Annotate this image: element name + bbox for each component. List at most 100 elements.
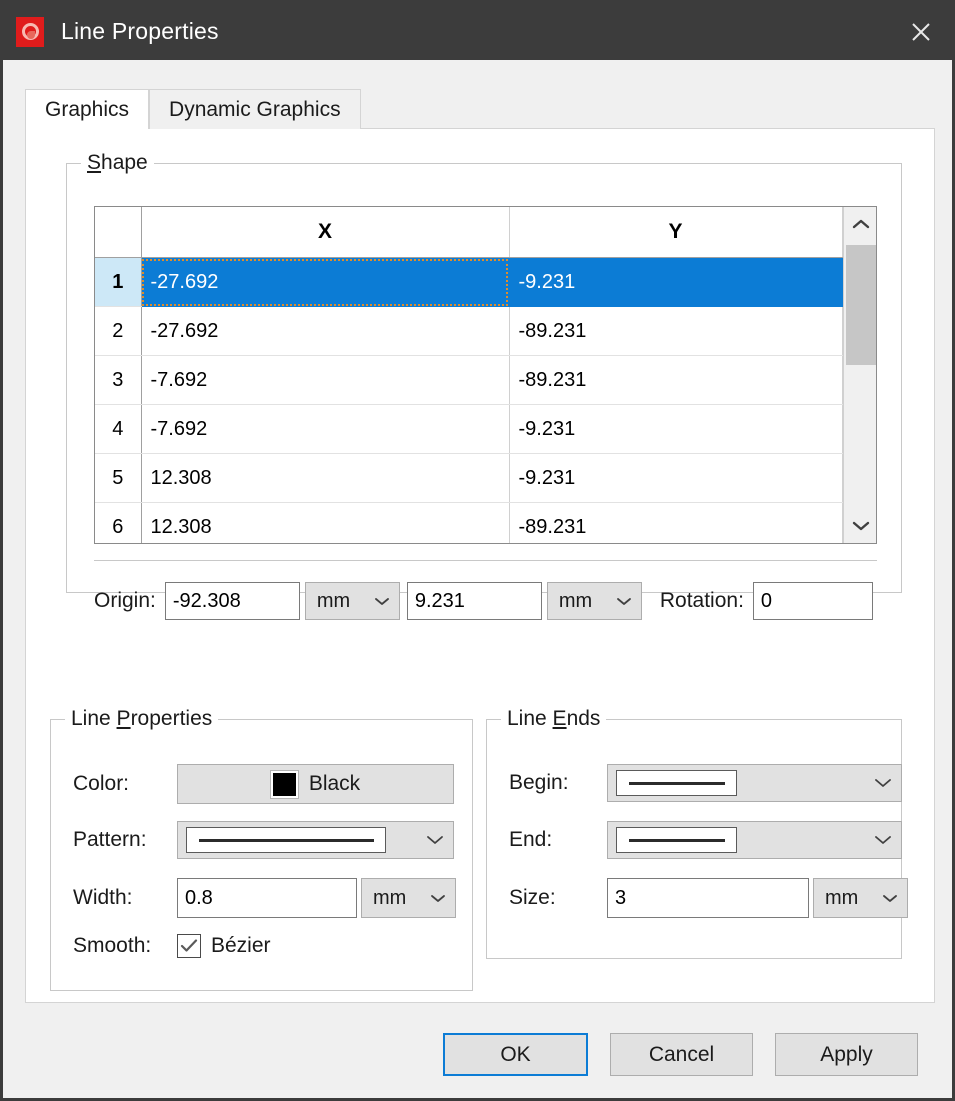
scrollbar-thumb[interactable] <box>845 245 876 365</box>
column-header-x: X <box>141 207 510 258</box>
tab-dynamic-graphics-label: Dynamic Graphics <box>169 97 341 121</box>
begin-label: Begin: <box>509 771 569 794</box>
color-label: Color: <box>73 772 130 795</box>
origin-label: Origin: <box>94 589 156 612</box>
chevron-down-icon <box>874 834 892 846</box>
line-ends-group: Line Ends Begin: End: Size: 3 mm <box>486 707 908 959</box>
line-properties-dialog: Line Properties Graphics Dynamic Graphic… <box>0 0 955 1101</box>
origin-x-input[interactable]: -92.308 <box>164 582 300 620</box>
end-row: End: <box>509 821 902 859</box>
tab-graphics[interactable]: Graphics <box>25 89 150 130</box>
cell-x[interactable]: -7.692 <box>141 404 510 454</box>
origin-x-unit-select[interactable]: mm <box>304 582 400 620</box>
shape-group: Shape X Y 1 -27.692 -9.231 2 -27.692 -89… <box>66 151 902 620</box>
chevron-down-icon <box>426 834 444 846</box>
dialog-button-bar: OK Cancel Apply <box>3 1033 952 1076</box>
origin-y-unit-select[interactable]: mm <box>546 582 642 620</box>
table-header-row: X Y <box>95 207 843 258</box>
width-input[interactable]: 0.8 <box>177 878 357 918</box>
origin-y-unit-value: mm <box>558 589 593 612</box>
table-vertical-scrollbar[interactable] <box>842 207 877 543</box>
cell-y[interactable]: -89.231 <box>509 355 843 405</box>
apply-button[interactable]: Apply <box>775 1033 918 1076</box>
close-icon[interactable] <box>890 3 952 60</box>
chevron-down-icon <box>874 777 892 789</box>
solid-line-icon <box>186 827 386 853</box>
smooth-row: Smooth: Bézier <box>73 934 271 958</box>
begin-row: Begin: <box>509 764 902 802</box>
size-input[interactable]: 3 <box>607 878 809 918</box>
plain-line-icon <box>616 770 737 796</box>
origin-x-unit-value: mm <box>316 589 351 612</box>
rotation-input[interactable]: 0 <box>752 582 873 620</box>
cell-y[interactable]: -9.231 <box>509 453 843 503</box>
cell-y[interactable]: -89.231 <box>509 306 843 356</box>
color-row: Color: Black <box>73 764 454 804</box>
color-value: Black <box>308 772 361 795</box>
bezier-label: Bézier <box>211 934 271 957</box>
table-row[interactable]: 4 -7.692 -9.231 <box>95 404 843 454</box>
bezier-checkbox[interactable] <box>177 934 201 958</box>
row-header[interactable]: 6 <box>95 502 142 543</box>
row-header[interactable]: 1 <box>95 257 142 307</box>
table-row[interactable]: 3 -7.692 -89.231 <box>95 355 843 405</box>
row-header[interactable]: 5 <box>95 453 142 503</box>
pattern-label: Pattern: <box>73 828 147 851</box>
end-select[interactable] <box>607 821 902 859</box>
table-row[interactable]: 2 -27.692 -89.231 <box>95 306 843 356</box>
title-bar: Line Properties <box>3 3 952 60</box>
line-properties-group: Line Properties Color: Black Pattern: Wi… <box>50 707 473 991</box>
shape-group-label: Shape <box>81 151 154 175</box>
table-row[interactable]: 5 12.308 -9.231 <box>95 453 843 503</box>
size-row: Size: 3 mm <box>509 878 908 918</box>
chevron-down-icon <box>430 893 446 904</box>
window-title: Line Properties <box>61 18 219 44</box>
cell-y[interactable]: -89.231 <box>509 502 843 543</box>
color-button[interactable]: Black <box>177 764 454 804</box>
pattern-row: Pattern: <box>73 821 454 859</box>
row-header[interactable]: 2 <box>95 306 142 356</box>
cancel-button[interactable]: Cancel <box>610 1033 753 1076</box>
ok-button[interactable]: OK <box>443 1033 588 1076</box>
check-icon <box>180 939 198 952</box>
size-unit-value: mm <box>825 886 859 909</box>
color-swatch <box>270 770 298 798</box>
row-header[interactable]: 3 <box>95 355 142 405</box>
smooth-label: Smooth: <box>73 934 152 957</box>
chevron-down-icon <box>616 596 632 607</box>
line-properties-group-label: Line Properties <box>65 707 219 731</box>
cell-x[interactable]: -7.692 <box>141 355 510 405</box>
tab-dynamic-graphics[interactable]: Dynamic Graphics <box>149 89 361 129</box>
size-label: Size: <box>509 886 556 909</box>
origin-row: Origin: -92.308 mm 9.231 mm Rotation: 0 <box>94 582 873 620</box>
tab-strip: Graphics Dynamic Graphics <box>25 89 361 130</box>
origin-y-input[interactable]: 9.231 <box>406 582 542 620</box>
app-logo-icon <box>16 16 44 47</box>
table-row[interactable]: 1 -27.692 -9.231 <box>95 257 843 307</box>
cell-x[interactable]: 12.308 <box>141 453 510 503</box>
cell-y[interactable]: -9.231 <box>509 404 843 454</box>
scroll-down-icon[interactable] <box>844 509 877 543</box>
column-header-index <box>95 207 142 258</box>
begin-select[interactable] <box>607 764 902 802</box>
end-label: End: <box>509 828 553 851</box>
width-unit-select[interactable]: mm <box>361 878 456 918</box>
cell-x[interactable]: -27.692 <box>141 257 510 307</box>
graphics-tab-panel: Shape X Y 1 -27.692 -9.231 2 -27.692 -89… <box>25 128 935 1003</box>
cell-x[interactable]: -27.692 <box>141 306 510 356</box>
table-row[interactable]: 6 12.308 -89.231 <box>95 502 843 543</box>
width-unit-value: mm <box>373 886 407 909</box>
chevron-down-icon <box>374 596 390 607</box>
size-unit-select[interactable]: mm <box>813 878 908 918</box>
scroll-up-icon[interactable] <box>844 207 877 241</box>
cell-x[interactable]: 12.308 <box>141 502 510 543</box>
shape-points-table[interactable]: X Y 1 -27.692 -9.231 2 -27.692 -89.231 3… <box>94 206 877 544</box>
row-header[interactable]: 4 <box>95 404 142 454</box>
width-label: Width: <box>73 886 133 909</box>
pattern-select[interactable] <box>177 821 454 859</box>
tab-graphics-label: Graphics <box>45 97 130 121</box>
chevron-down-icon <box>882 893 898 904</box>
shape-separator <box>94 560 877 561</box>
width-row: Width: 0.8 mm <box>73 878 456 918</box>
cell-y[interactable]: -9.231 <box>509 257 843 307</box>
